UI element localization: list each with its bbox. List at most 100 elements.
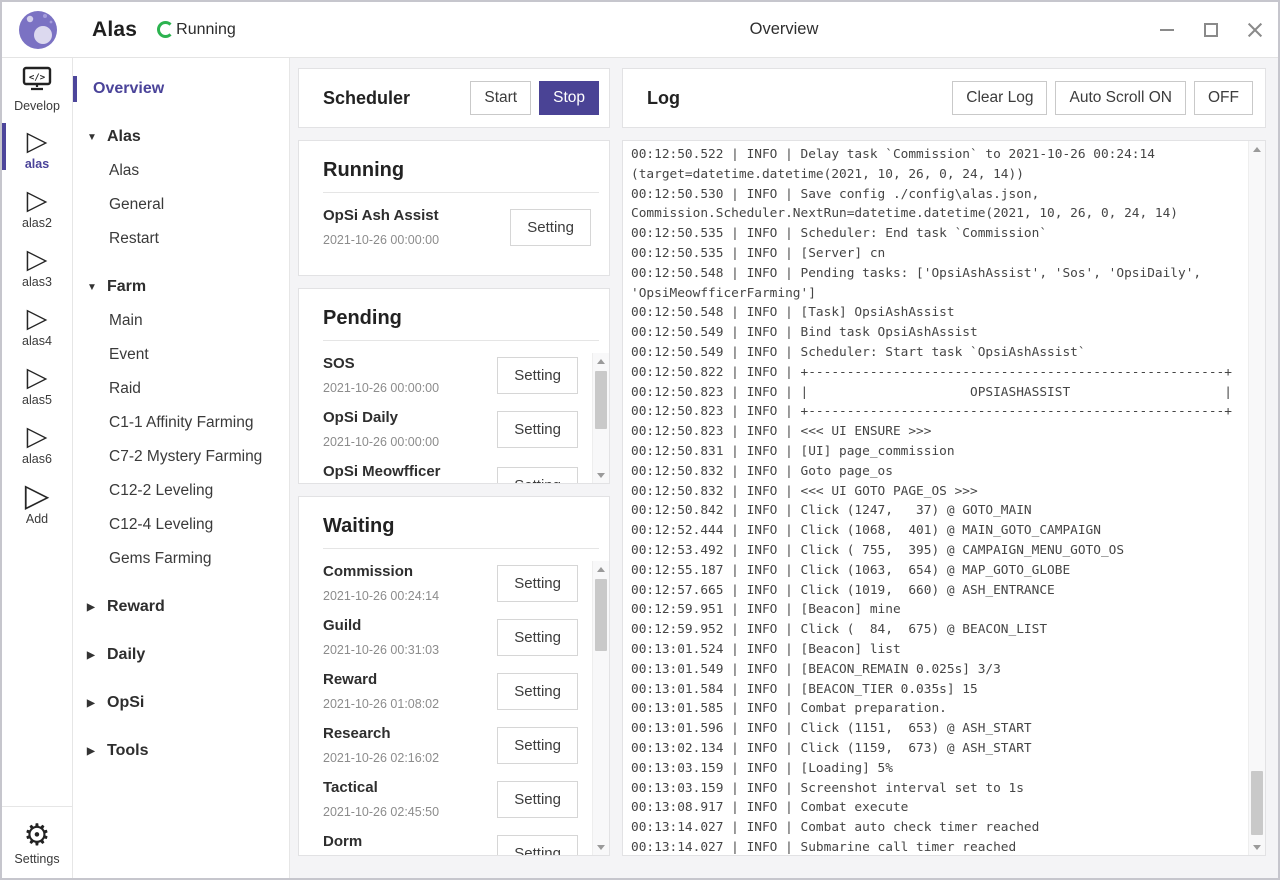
scroll-up-icon[interactable] (593, 561, 609, 577)
maximize-icon (1204, 23, 1218, 37)
task-setting-button[interactable]: Setting (497, 411, 578, 448)
auto-scroll-off-button[interactable]: OFF (1194, 81, 1253, 115)
nav-item[interactable]: Overview (73, 72, 289, 106)
task-row: SOS 2021-10-26 00:00:00 Setting (323, 353, 588, 397)
rail-item-label: alas (25, 157, 49, 171)
nav-item[interactable]: General (73, 188, 289, 222)
task-next-run-time: 2021-10-26 02:16:02 (323, 749, 491, 767)
nav-item[interactable]: Raid (73, 372, 289, 406)
rail-item[interactable]: </> ▷ Add (2, 471, 72, 530)
stop-button[interactable]: Stop (539, 81, 599, 115)
nav-item-label: Farm (107, 278, 146, 296)
nav-item[interactable]: Gems Farming (73, 542, 289, 576)
task-name: Tactical (323, 777, 491, 799)
rail-item[interactable]: </> ▷ alas (2, 117, 72, 176)
log-line: 00:12:50.823 | INFO | <<< UI ENSURE >>> (631, 422, 1246, 442)
task-next-run-time: 2021-10-26 01:08:02 (323, 695, 491, 713)
settings-button[interactable]: ⚙ Settings (2, 806, 72, 878)
close-button[interactable] (1246, 21, 1264, 39)
scroll-up-icon[interactable] (1249, 141, 1265, 157)
rail-item[interactable]: </> ▷ alas6 (2, 412, 72, 471)
task-name: Commission (323, 561, 491, 583)
play-icon: ▷ (27, 245, 48, 273)
task-setting-button[interactable]: Setting (497, 357, 578, 394)
task-setting-button[interactable]: Setting (497, 467, 578, 484)
nav-item[interactable]: ▶ Daily (73, 638, 289, 672)
rail-item[interactable]: </> ▷ alas4 (2, 294, 72, 353)
start-button[interactable]: Start (470, 81, 531, 115)
log-line: 00:13:03.159 | INFO | [Loading] 5% (631, 759, 1246, 779)
log-line: 00:13:01.585 | INFO | Combat preparation… (631, 699, 1246, 719)
auto-scroll-on-button[interactable]: Auto Scroll ON (1055, 81, 1186, 115)
nav-arrow-icon: ▶ (87, 698, 95, 709)
task-name: OpSi Daily (323, 407, 491, 429)
nav-item-label: General (109, 196, 164, 214)
scroll-down-icon[interactable] (1249, 839, 1265, 855)
scroll-down-icon[interactable] (593, 839, 609, 855)
waiting-scrollbar[interactable] (592, 561, 609, 855)
scrollbar-thumb[interactable] (595, 579, 607, 651)
rail-item[interactable]: </> ▷ alas5 (2, 353, 72, 412)
nav-item[interactable]: Event (73, 338, 289, 372)
task-row: OpSi Daily 2021-10-26 00:00:00 Setting (323, 407, 588, 451)
rail-spacer (2, 530, 72, 806)
task-setting-button[interactable]: Setting (497, 619, 578, 656)
task-setting-button[interactable]: Setting (497, 835, 578, 856)
scroll-down-icon[interactable] (593, 467, 609, 483)
log-line: 00:12:50.522 | INFO | Delay task `Commis… (631, 145, 1246, 185)
running-spinner-icon (157, 21, 174, 38)
nav-item[interactable]: ▼ Alas (73, 120, 289, 154)
scroll-up-icon[interactable] (593, 353, 609, 369)
clear-log-button[interactable]: Clear Log (952, 81, 1047, 115)
scrollbar-thumb[interactable] (1251, 771, 1263, 835)
task-row: Dorm 2021-10-26 04:19:27 Setting (323, 831, 588, 855)
log-line: 00:13:08.917 | INFO | Combat execute (631, 798, 1246, 818)
rail-item[interactable]: </> ▷ Develop (2, 58, 72, 117)
nav-item[interactable]: ▶ Tools (73, 734, 289, 768)
nav-item[interactable]: ▶ OpSi (73, 686, 289, 720)
rail-item[interactable]: </> ▷ alas3 (2, 235, 72, 294)
nav-item[interactable]: Alas (73, 154, 289, 188)
log-line: 00:12:50.842 | INFO | Click (1247, 37) @… (631, 501, 1246, 521)
nav-item[interactable]: Restart (73, 222, 289, 256)
task-row: Research 2021-10-26 02:16:02 Setting (323, 723, 588, 767)
task-setting-button[interactable]: Setting (497, 727, 578, 764)
task-setting-button[interactable]: Setting (510, 209, 591, 246)
log-line: 00:12:50.549 | INFO | Scheduler: Start t… (631, 343, 1246, 363)
log-body-card: 00:12:50.522 | INFO | Delay task `Commis… (622, 140, 1266, 856)
nav-item[interactable]: C7-2 Mystery Farming (73, 440, 289, 474)
task-next-run-time: 2021-10-26 00:00:00 (323, 231, 504, 249)
task-setting-button[interactable]: Setting (497, 781, 578, 818)
minimize-button[interactable] (1158, 21, 1176, 39)
maximize-button[interactable] (1202, 21, 1220, 39)
log-output[interactable]: 00:12:50.522 | INFO | Delay task `Commis… (623, 141, 1248, 855)
rail-item-label: Develop (14, 99, 60, 113)
rail-item[interactable]: </> ▷ alas2 (2, 176, 72, 235)
minimize-icon (1160, 29, 1174, 31)
nav-item[interactable]: C1-1 Affinity Farming (73, 406, 289, 440)
nav-item[interactable]: C12-4 Leveling (73, 508, 289, 542)
pending-scrollbar[interactable] (592, 353, 609, 483)
svg-text:</>: </> (29, 73, 46, 83)
log-column: Log Clear Log Auto Scroll ON OFF 00:12:5… (622, 68, 1266, 856)
nav-item[interactable]: ▶ Reward (73, 590, 289, 624)
log-line: 00:12:50.549 | INFO | Bind task OpsiAshA… (631, 323, 1246, 343)
play-icon: ▷ (27, 422, 48, 450)
rail-item-label: alas5 (22, 393, 52, 407)
close-icon (1247, 22, 1263, 38)
nav-item[interactable]: C12-2 Leveling (73, 474, 289, 508)
nav-arrow-icon: ▼ (87, 132, 97, 143)
log-line: 00:13:14.027 | INFO | Combat auto check … (631, 818, 1246, 838)
log-scrollbar[interactable] (1248, 141, 1265, 855)
log-line: 00:12:50.822 | INFO | +-----------------… (631, 363, 1246, 383)
log-line: 00:12:55.187 | INFO | Click (1063, 654) … (631, 561, 1246, 581)
nav-item[interactable]: Main (73, 304, 289, 338)
nav-item[interactable]: ▼ Farm (73, 270, 289, 304)
scrollbar-thumb[interactable] (595, 371, 607, 429)
nav-menu: Overview ▼ Alas Alas General (73, 58, 290, 878)
log-line: 00:13:01.524 | INFO | [Beacon] list (631, 640, 1246, 660)
task-setting-button[interactable]: Setting (497, 565, 578, 602)
task-setting-button[interactable]: Setting (497, 673, 578, 710)
nav-arrow-icon: ▼ (87, 282, 97, 293)
gear-icon: ⚙ (24, 820, 51, 852)
